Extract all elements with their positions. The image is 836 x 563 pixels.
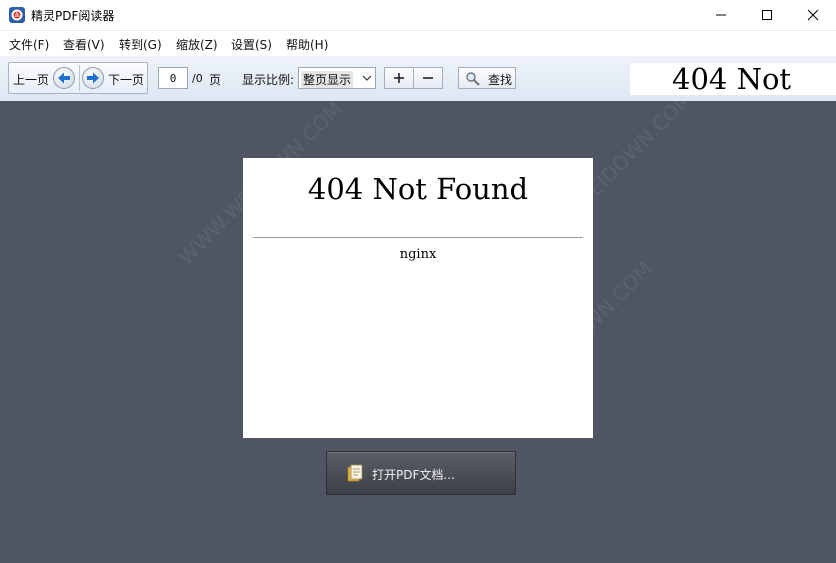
search-icon <box>466 72 480 86</box>
menu-help[interactable]: 帮助(H) <box>286 36 328 53</box>
menu-settings[interactable]: 设置(S) <box>231 36 272 53</box>
minimize-button[interactable] <box>698 0 744 30</box>
menu-goto[interactable]: 转到(G) <box>119 36 162 53</box>
app-logo-icon <box>9 7 25 23</box>
page-unit-label: 页 <box>209 73 222 87</box>
zoom-select-value: 整页显示 <box>301 71 354 88</box>
window-title: 精灵PDF阅读器 <box>31 9 115 23</box>
minimize-icon <box>716 14 726 16</box>
menu-view[interactable]: 查看(V) <box>63 36 105 53</box>
page-total: /0 <box>192 72 203 85</box>
page-subtext: nginx <box>399 247 437 262</box>
document-page: 404 Not Found nginx <box>243 158 593 438</box>
close-button[interactable] <box>790 0 836 30</box>
menu-zoom[interactable]: 缩放(Z) <box>176 36 218 53</box>
zoom-out-button[interactable] <box>413 67 443 89</box>
arrow-left-icon <box>58 72 70 84</box>
chevron-down-icon <box>362 75 372 81</box>
folder-document-icon <box>347 464 363 482</box>
zoom-in-button[interactable] <box>384 67 414 89</box>
next-page-label[interactable]: 下一页 <box>108 71 144 88</box>
maximize-icon <box>762 10 772 20</box>
document-workspace: WWW.WEIDOWN.COM WWW.WEIDOWN.COM WWW.WEID… <box>0 86 836 563</box>
page-nav-group: 上一页 下一页 <box>8 62 148 94</box>
page-number-input[interactable] <box>158 67 188 89</box>
arrow-right-icon <box>87 72 99 84</box>
nav-divider <box>79 65 80 91</box>
find-label: 查找 <box>488 73 513 87</box>
close-icon <box>807 9 819 21</box>
zoom-label: 显示比例: <box>242 73 295 87</box>
maximize-button[interactable] <box>744 0 790 30</box>
page-divider <box>253 237 583 238</box>
title-bar: 精灵PDF阅读器 <box>0 0 836 30</box>
menu-file[interactable]: 文件(F) <box>9 36 49 53</box>
search-text-value: 404 Not <box>672 63 792 95</box>
prev-page-label[interactable]: 上一页 <box>13 71 49 88</box>
zoom-select[interactable]: 整页显示 <box>298 67 376 89</box>
menu-bar: 文件(F) 查看(V) 转到(G) 缩放(Z) 设置(S) 帮助(H) <box>0 30 836 57</box>
next-page-button[interactable] <box>82 67 104 89</box>
page-heading: 404 Not Found <box>307 172 529 206</box>
search-text-field[interactable]: 404 Not <box>630 63 836 95</box>
open-pdf-label: 打开PDF文档... <box>372 468 455 482</box>
plus-icon <box>394 73 404 83</box>
minus-icon <box>423 77 433 79</box>
find-button[interactable]: 查找 <box>458 67 516 89</box>
open-pdf-button[interactable]: 打开PDF文档... <box>326 451 516 495</box>
prev-page-button[interactable] <box>53 67 75 89</box>
